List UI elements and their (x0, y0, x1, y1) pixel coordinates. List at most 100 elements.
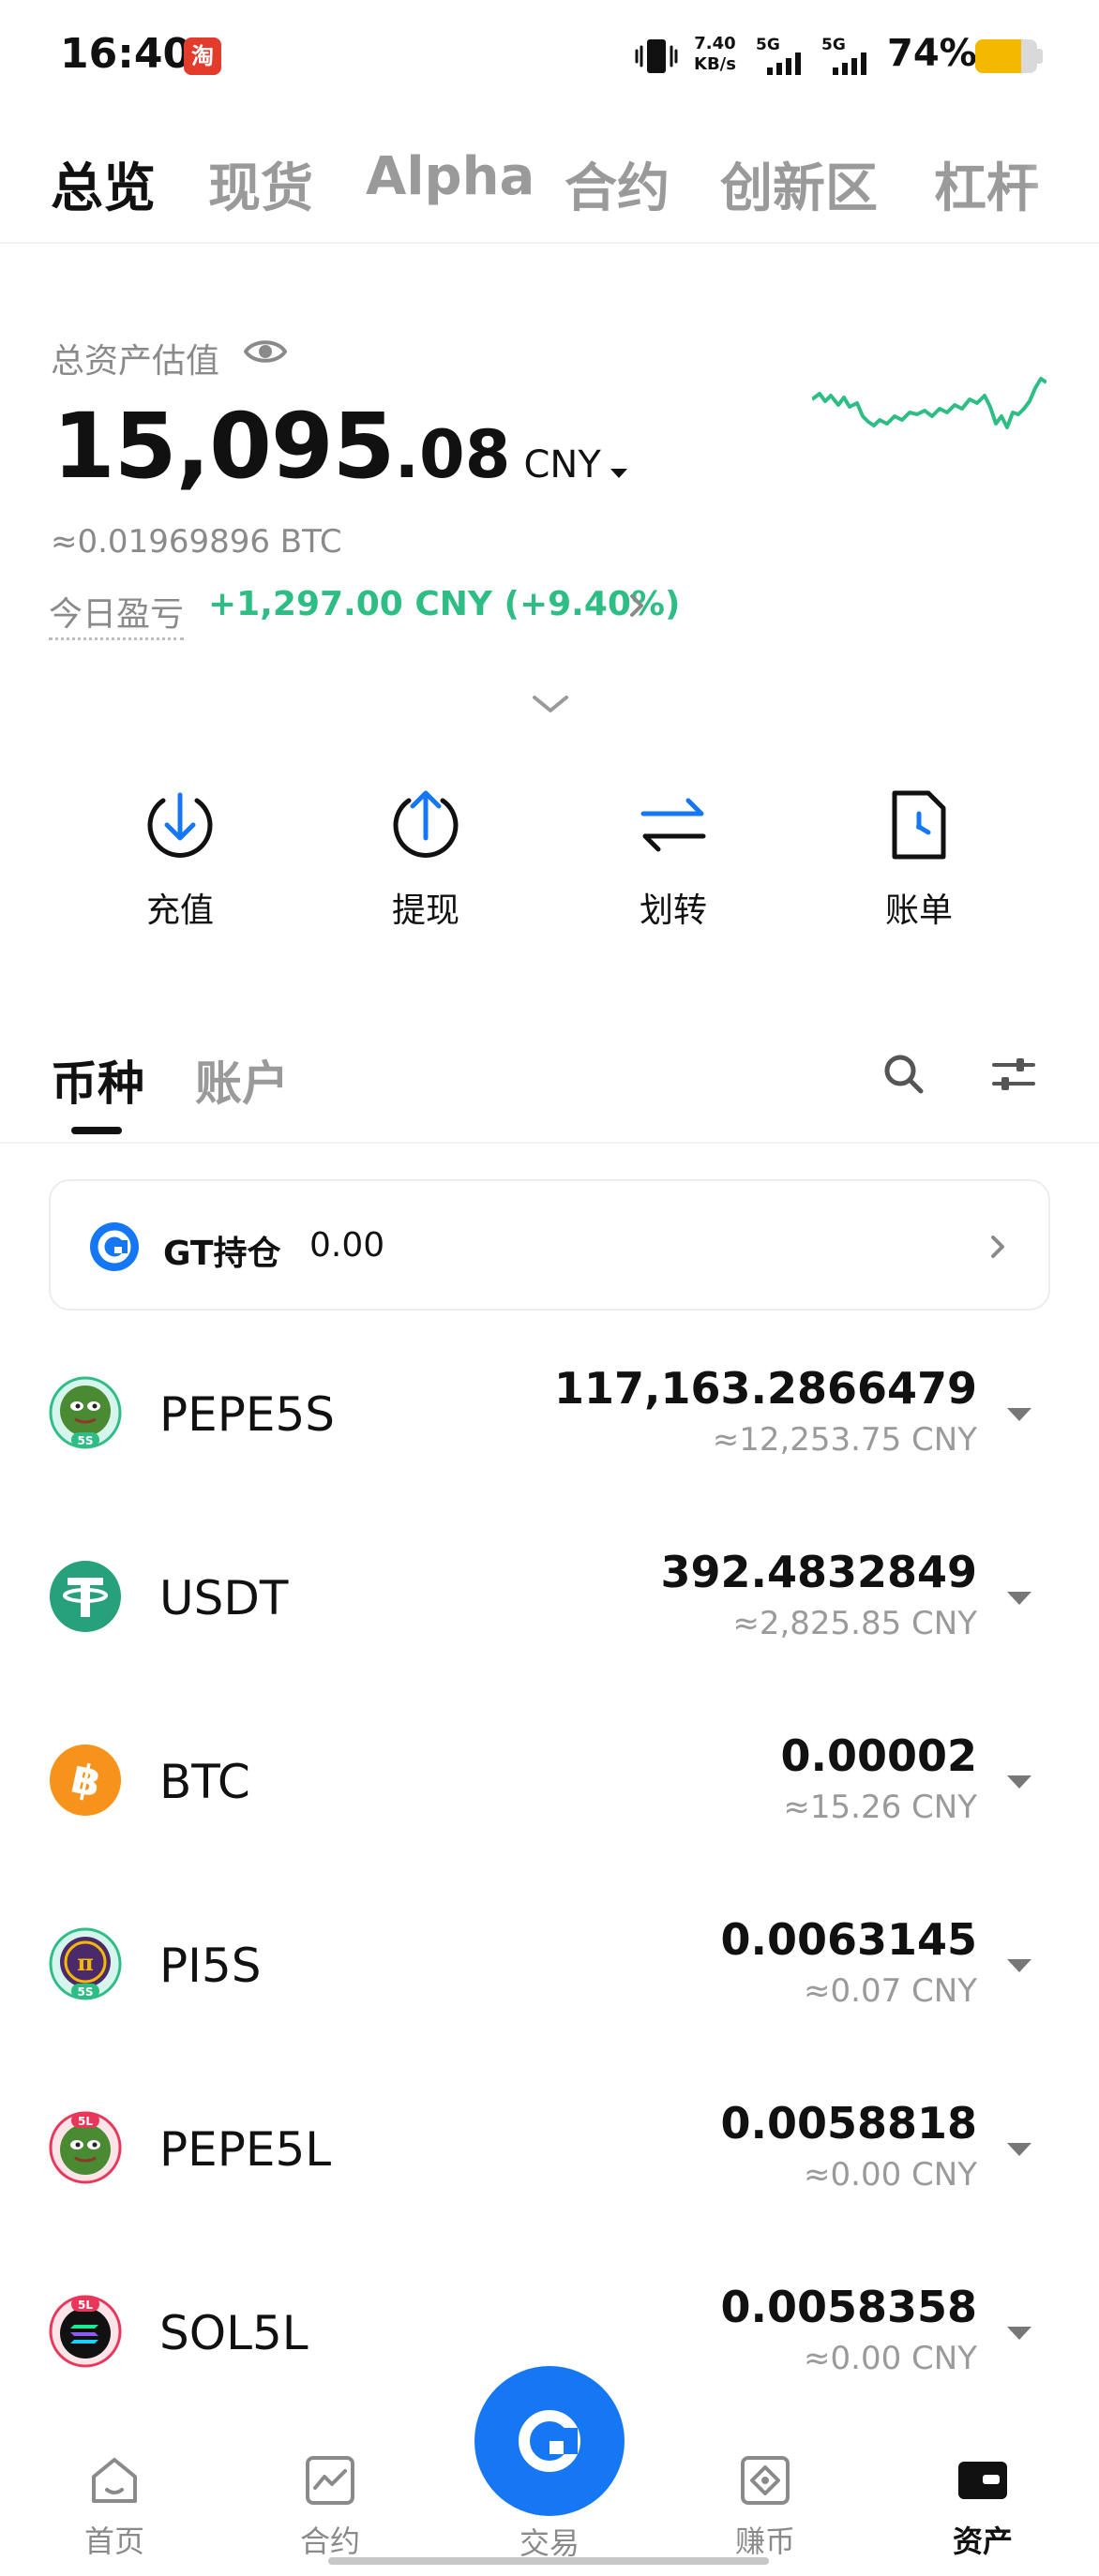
bill-icon (892, 790, 946, 860)
bill-button[interactable]: 账单 (835, 787, 1003, 932)
coin-cny-value: ≈0.00 CNY (804, 2340, 977, 2377)
tab-spot[interactable]: 现货 (208, 146, 313, 222)
withdraw-icon (393, 790, 459, 858)
bill-label: 账单 (884, 891, 953, 930)
balance-integer: 15,095 (53, 394, 395, 499)
currency-selector[interactable]: CNY (523, 443, 600, 487)
asset-tabs: 币种 账户 (0, 1031, 1099, 1144)
bitcoin-icon: ฿ (50, 1745, 121, 1816)
battery-icon (975, 39, 1037, 73)
withdraw-label: 提现 (391, 891, 459, 930)
coin-amount: 0.00002 (780, 1730, 977, 1781)
caret-down-icon[interactable] (1007, 1959, 1031, 1972)
coin-symbol: SOL5L (159, 2306, 309, 2360)
coin-badge: 5L (78, 2299, 93, 2312)
home-icon (92, 2458, 137, 2503)
signal-bars-icon (767, 52, 801, 75)
chevron-right-icon (991, 1236, 1004, 1258)
gt-holdings-card[interactable]: GT持仓 0.00 (49, 1179, 1050, 1310)
tether-icon (50, 1561, 121, 1632)
caret-down-icon[interactable] (1007, 2143, 1031, 2156)
battery-cap (1037, 49, 1043, 64)
battery-percent: 74% (887, 32, 977, 75)
taobao-app-icon: 淘 (184, 37, 221, 75)
signal-2: 5G (821, 36, 881, 77)
tab-coins[interactable]: 币种 (51, 1046, 144, 1114)
tab-futures[interactable]: 合约 (565, 146, 670, 222)
coin-amount: 0.0063145 (720, 1914, 977, 1965)
tab-accounts[interactable]: 账户 (195, 1046, 289, 1114)
coin-amount: 0.0058818 (720, 2098, 977, 2149)
coin-amount: 0.0058358 (720, 2282, 977, 2332)
daily-pnl-label[interactable]: 今日盈亏 (49, 587, 185, 640)
tabs-fade (1024, 141, 1099, 242)
balance-sparkline (812, 377, 1046, 429)
nav-assets[interactable]: 资产 (908, 2452, 1058, 2561)
deposit-icon (147, 792, 213, 858)
signal-2-gen: 5G (821, 36, 846, 54)
coin-row-pepe5l[interactable]: 5L PEPE5L 0.0058818 ≈0.00 CNY (0, 2079, 1099, 2263)
caret-down-icon[interactable] (1007, 1775, 1031, 1789)
coin-row-usdt[interactable]: USDT 392.4832849 ≈2,825.85 CNY (0, 1528, 1099, 1712)
total-assets-label: 总资产估值 (51, 342, 220, 381)
coin-amount: 392.4832849 (660, 1547, 977, 1597)
coin-cny-value: ≈15.26 CNY (783, 1789, 977, 1826)
caret-down-icon[interactable] (1007, 1592, 1031, 1605)
coin-symbol: PEPE5L (159, 2122, 332, 2177)
tab-overview[interactable]: 总览 (51, 146, 156, 222)
withdraw-button[interactable]: 提现 (341, 787, 510, 932)
nav-home[interactable]: 首页 (39, 2452, 189, 2561)
filter-icon[interactable] (990, 1054, 1037, 1095)
coin-badge: 5S (78, 1434, 94, 1447)
coin-badge: 5L (78, 2115, 93, 2128)
gt-holdings-label: GT持仓 (163, 1235, 281, 1273)
search-icon[interactable] (881, 1052, 926, 1097)
nav-earn[interactable]: 赚币 (690, 2452, 840, 2561)
coin-row-pepe5s[interactable]: 5S PEPE5S 117,163.2866479 ≈12,253.75 CNY (0, 1344, 1099, 1528)
chevron-down-icon[interactable] (529, 690, 572, 718)
status-bar: 16:40 淘 7.40 KB/s 5G 5G 74% (0, 0, 1099, 112)
status-time: 16:40 (60, 30, 192, 78)
nav-futures-label: 合约 (299, 2524, 360, 2559)
caret-down-icon[interactable] (1007, 2327, 1031, 2340)
caret-down-icon[interactable] (1007, 1408, 1031, 1421)
coin-row-pi5s[interactable]: π 5S PI5S 0.0063145 ≈0.07 CNY (0, 1895, 1099, 2079)
coin-cny-value: ≈12,253.75 CNY (712, 1421, 977, 1459)
tab-alpha[interactable]: Alpha (366, 146, 534, 207)
coin-cny-value: ≈0.07 CNY (804, 1972, 977, 2010)
solana-icon: 5L (49, 2295, 122, 2368)
transfer-label: 划转 (639, 891, 707, 930)
coin-row-btc[interactable]: ฿ BTC 0.00002 ≈15.26 CNY (0, 1712, 1099, 1895)
futures-icon (306, 2456, 354, 2505)
network-speed: 7.40 KB/s (694, 34, 736, 75)
trade-button[interactable] (474, 2366, 625, 2516)
total-balance: 15,095.08 CNY (53, 394, 627, 499)
tab-innovation[interactable]: 创新区 (720, 146, 878, 222)
eye-icon[interactable] (244, 336, 287, 367)
caret-down-icon[interactable] (610, 468, 627, 478)
pi-icon: π 5S (49, 1927, 122, 2000)
coin-symbol: PEPE5S (159, 1387, 336, 1442)
nav-assets-label: 资产 (952, 2524, 1013, 2559)
signal-1: 5G (756, 36, 816, 77)
coin-badge: 5S (78, 1985, 94, 1999)
coin-symbol: PI5S (159, 1939, 262, 1993)
signal-bars-icon (833, 52, 866, 75)
gt-holdings-value: 0.00 (309, 1226, 385, 1265)
coin-cny-value: ≈2,825.85 CNY (732, 1605, 977, 1642)
coin-amount: 117,163.2866479 (553, 1363, 977, 1414)
daily-pnl-value[interactable]: +1,297.00 CNY (+9.40%) (208, 585, 680, 623)
quick-actions: 充值 提现 划转 账单 (0, 787, 1099, 956)
coin-symbol: USDT (159, 1571, 289, 1625)
deposit-button[interactable]: 充值 (96, 787, 264, 932)
nav-home-label: 首页 (83, 2524, 144, 2559)
balance-decimal: .08 (394, 416, 511, 493)
network-speed-value: 7.40 (694, 34, 736, 53)
gate-logo-icon (90, 1222, 139, 1271)
coin-cny-value: ≈0.00 CNY (804, 2156, 977, 2194)
battery-fill (975, 39, 1021, 73)
nav-futures[interactable]: 合约 (255, 2452, 405, 2561)
chevron-right-icon[interactable] (626, 591, 649, 621)
transfer-button[interactable]: 划转 (589, 787, 758, 932)
signal-1-gen: 5G (756, 36, 780, 54)
